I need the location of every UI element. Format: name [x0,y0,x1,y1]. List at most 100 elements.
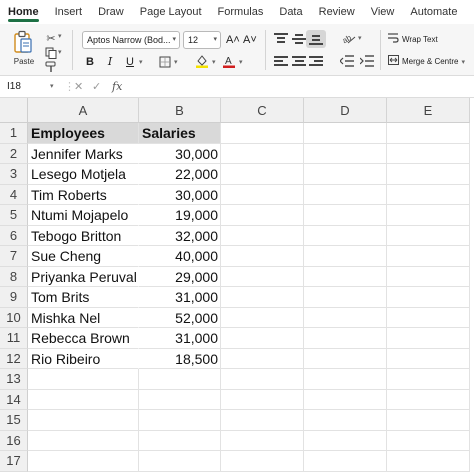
column-header-d[interactable]: D [304,98,387,123]
enter-icon[interactable]: ✓ [92,79,101,95]
cell-c16[interactable] [221,430,304,451]
chevron-down-icon[interactable]: ▾ [139,58,143,66]
cell-a9[interactable]: Tom Brits [28,287,139,308]
cell-a6[interactable]: Tebogo Britton [28,226,139,246]
cell-e8[interactable] [387,266,470,287]
cell-d8[interactable] [304,266,387,287]
chevron-down-icon[interactable]: ▾ [174,58,178,66]
cell-c9[interactable] [221,287,304,308]
row-header-3[interactable]: 3 [0,164,28,185]
cell-e9[interactable] [387,287,470,308]
cell-a10[interactable]: Mishka Nel [28,308,139,328]
cell-c3[interactable] [221,164,304,185]
cell-b16[interactable] [139,430,221,451]
paste-button[interactable]: Paste [8,28,40,72]
cell-a7[interactable]: Sue Cheng [28,246,139,267]
tab-draw[interactable]: Draw [98,0,124,24]
decrease-indent-icon[interactable] [340,54,354,68]
increase-indent-icon[interactable] [360,54,374,68]
row-header-2[interactable]: 2 [0,143,28,164]
cell-a11[interactable]: Rebecca Brown [28,328,139,349]
cell-e7[interactable] [387,246,470,267]
cell-e15[interactable] [387,410,470,431]
cell-c5[interactable] [221,205,304,226]
cell-e6[interactable] [387,225,470,246]
cell-a1[interactable]: Employees [28,123,139,144]
cell-b6[interactable]: 32,000 [139,225,221,246]
cell-a5[interactable]: Ntumi Mojapelo [28,205,139,226]
cell-b9[interactable]: 31,000 [139,287,221,308]
row-header-5[interactable]: 5 [0,205,28,226]
cell-b11[interactable]: 31,000 [139,328,221,349]
row-header-7[interactable]: 7 [0,246,28,267]
column-header-e[interactable]: E [387,98,470,123]
chevron-down-icon[interactable]: ▾ [212,58,216,66]
cell-e12[interactable] [387,348,470,369]
tab-data[interactable]: Data [279,0,302,24]
cell-b10[interactable]: 52,000 [139,307,221,328]
orientation-icon[interactable]: ab [342,31,356,45]
cell-a17[interactable] [28,451,139,472]
cell-b15[interactable] [139,410,221,431]
borders-icon[interactable] [158,55,172,69]
row-header-9[interactable]: 9 [0,287,28,308]
formula-input[interactable] [128,79,468,95]
cell-d7[interactable] [304,246,387,267]
font-color-icon[interactable]: A [222,54,236,68]
cell-d12[interactable] [304,348,387,369]
shrink-font-button[interactable]: A˅ [243,32,257,48]
chevron-down-icon[interactable]: ▾ [58,32,62,40]
row-header-11[interactable]: 11 [0,328,28,349]
italic-button[interactable]: I [104,54,116,70]
cell-a15[interactable] [28,410,139,431]
select-all-corner[interactable] [0,98,28,123]
cell-d11[interactable] [304,328,387,349]
fill-color-icon[interactable] [195,54,209,68]
bold-button[interactable]: B [84,54,96,70]
cell-b2[interactable]: 30,000 [139,143,221,164]
row-header-15[interactable]: 15 [0,410,28,431]
cell-b1[interactable]: Salaries [139,123,221,144]
column-header-c[interactable]: C [221,98,304,123]
cell-d10[interactable] [304,307,387,328]
align-center-icon[interactable] [292,56,306,68]
chevron-down-icon[interactable]: ▾ [239,58,243,66]
cell-e4[interactable] [387,184,470,205]
cell-b14[interactable] [139,389,221,410]
cell-e16[interactable] [387,430,470,451]
top-align-icon[interactable] [274,33,288,45]
cell-e11[interactable] [387,328,470,349]
bottom-align-icon[interactable] [309,33,323,45]
cell-a8[interactable]: Priyanka Peruval [28,267,139,287]
cell-c1[interactable] [221,123,304,144]
cell-b4[interactable]: 30,000 [139,184,221,205]
cell-c12[interactable] [221,348,304,369]
grow-font-button[interactable]: A˄ [226,32,240,48]
cancel-icon[interactable]: ✕ [74,79,83,95]
cell-d16[interactable] [304,430,387,451]
cell-b13[interactable] [139,369,221,390]
tab-automate[interactable]: Automate [410,0,457,24]
cell-c7[interactable] [221,246,304,267]
cell-a3[interactable]: Lesego Motjela [28,164,139,185]
cell-b7[interactable]: 40,000 [139,246,221,267]
cell-d4[interactable] [304,184,387,205]
cell-b12[interactable]: 18,500 [139,348,221,369]
merge-centre-button[interactable]: Merge & Centre ▾ [388,54,465,70]
cell-a4[interactable]: Tim Roberts [28,185,139,205]
cell-c10[interactable] [221,307,304,328]
tab-view[interactable]: View [371,0,395,24]
cell-b5[interactable]: 19,000 [139,205,221,226]
row-header-8[interactable]: 8 [0,266,28,287]
tab-review[interactable]: Review [319,0,355,24]
column-header-b[interactable]: B [139,98,221,123]
row-header-17[interactable]: 17 [0,451,28,472]
cell-d3[interactable] [304,164,387,185]
cell-d5[interactable] [304,205,387,226]
tab-formulas[interactable]: Formulas [218,0,264,24]
cell-e13[interactable] [387,369,470,390]
format-painter-icon[interactable] [44,60,58,74]
insert-function-icon[interactable]: fx [112,79,122,95]
font-size-select[interactable]: 12 ▾ [183,31,221,49]
cell-e3[interactable] [387,164,470,185]
